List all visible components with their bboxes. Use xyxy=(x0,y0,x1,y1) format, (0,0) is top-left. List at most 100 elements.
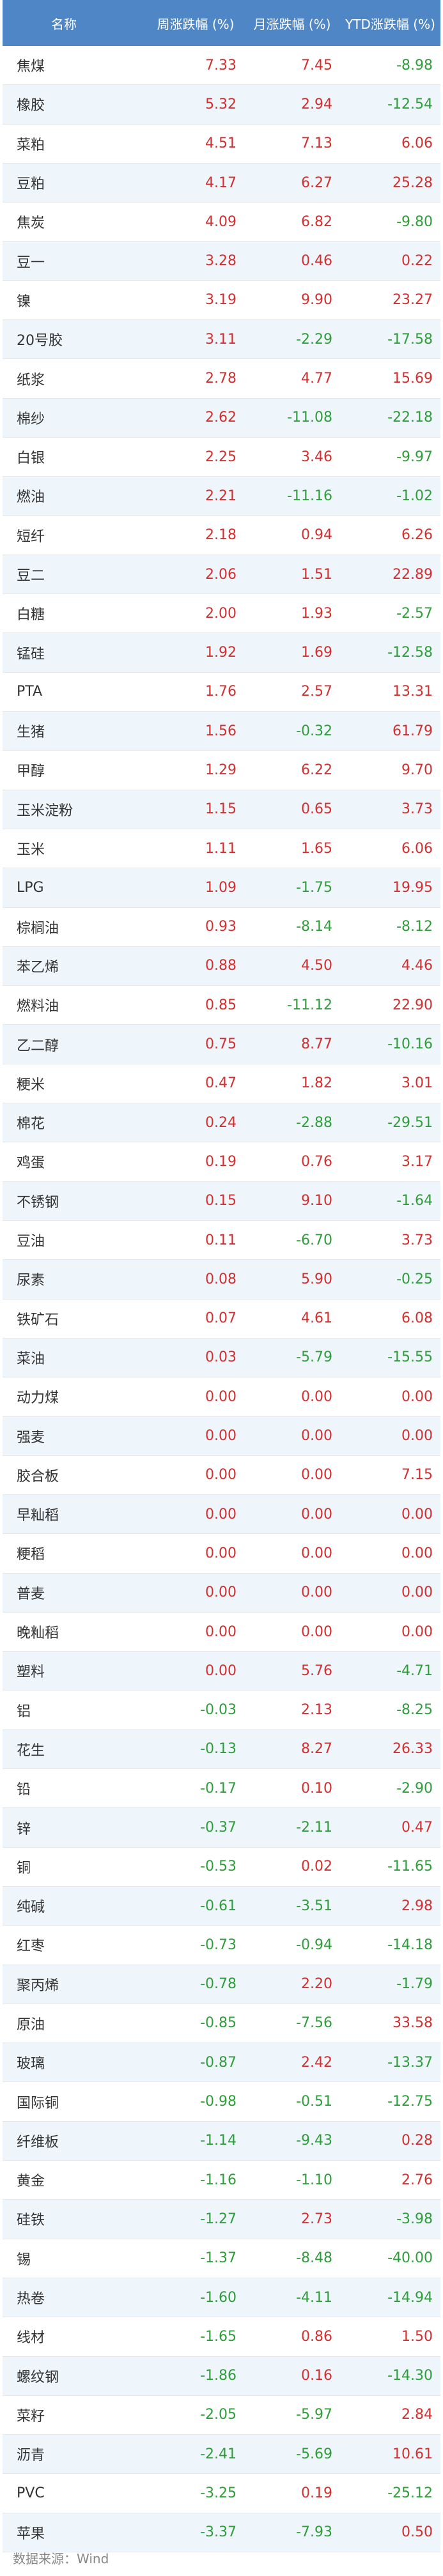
monthly-change: 5.90 xyxy=(301,1271,332,1287)
commodity-name: LPG xyxy=(17,879,44,896)
commodity-name: 豆粕 xyxy=(17,176,45,193)
table-row: 菜油 0.03 -5.79 -15.55 xyxy=(3,1338,440,1378)
data-source-note: 数据来源：Wind xyxy=(13,2551,109,2566)
table-row: LPG 1.09 -1.75 19.95 xyxy=(3,868,440,908)
table-row: 强麦 0.00 0.00 0.00 xyxy=(3,1416,440,1456)
monthly-change: -0.94 xyxy=(296,1936,332,1953)
weekly-change: -0.73 xyxy=(200,1936,237,1953)
monthly-change: -7.93 xyxy=(296,2524,332,2541)
weekly-change: 0.00 xyxy=(205,1662,237,1679)
weekly-change: -0.37 xyxy=(200,1820,237,1836)
monthly-change: 0.00 xyxy=(301,1467,332,1483)
monthly-change: 2.20 xyxy=(301,1976,332,1993)
ytd-change: 0.47 xyxy=(401,1820,433,1836)
monthly-change: 7.45 xyxy=(301,57,332,73)
weekly-change: -0.85 xyxy=(200,2015,237,2032)
ytd-change: 0.00 xyxy=(401,1545,433,1561)
table-row: 玉米淀粉 1.15 0.65 3.73 xyxy=(3,790,440,829)
ytd-change: 3.73 xyxy=(401,801,433,818)
table-row: 聚丙烯 -0.78 2.20 -1.79 xyxy=(3,1965,440,2004)
monthly-change: 1.69 xyxy=(301,645,332,661)
table-row: 国际铜 -0.98 -0.51 -12.75 xyxy=(3,2082,440,2122)
weekly-change: -0.03 xyxy=(200,1702,237,1719)
weekly-change: -3.37 xyxy=(200,2524,237,2541)
ytd-change: -2.57 xyxy=(396,605,433,622)
commodity-name: 铝 xyxy=(17,1703,31,1720)
monthly-change: 4.50 xyxy=(301,958,332,974)
table-row: 胶合板 0.00 0.00 7.15 xyxy=(3,1456,440,1495)
weekly-change: -0.98 xyxy=(200,2094,237,2110)
weekly-change: 0.08 xyxy=(205,1271,237,1287)
monthly-change: 0.16 xyxy=(301,2368,332,2384)
ytd-change: -15.55 xyxy=(387,1349,433,1366)
weekly-change: 0.85 xyxy=(205,997,237,1013)
monthly-change: -5.97 xyxy=(296,2407,332,2423)
weekly-change: 2.00 xyxy=(205,605,237,622)
monthly-change: 0.00 xyxy=(301,1428,332,1445)
monthly-change: 1.65 xyxy=(301,840,332,857)
ytd-change: 22.89 xyxy=(392,566,433,583)
commodity-name: 纯碱 xyxy=(17,1899,45,1916)
ytd-change: -17.58 xyxy=(387,331,433,348)
ytd-change: 9.70 xyxy=(401,762,433,778)
ytd-change: -14.30 xyxy=(387,2368,433,2384)
table-row: 锡 -1.37 -8.48 -40.00 xyxy=(3,2239,440,2278)
monthly-change: 2.57 xyxy=(301,684,332,700)
ytd-change: 6.26 xyxy=(401,527,433,544)
ytd-change: -14.94 xyxy=(387,2289,433,2306)
commodity-name: 20号胶 xyxy=(17,333,63,349)
commodity-name: 粳米 xyxy=(17,1077,45,1093)
weekly-change: 1.15 xyxy=(205,801,237,818)
table-row: 动力煤 0.00 0.00 0.00 xyxy=(3,1377,440,1417)
table-row: 短纤 2.18 0.94 6.26 xyxy=(3,516,440,555)
table-row: 苹果 -3.37 -7.93 0.50 xyxy=(3,2513,440,2552)
commodity-name: 早籼稻 xyxy=(17,1508,59,1524)
commodity-name: 玻璃 xyxy=(17,2056,45,2073)
monthly-change: -4.11 xyxy=(296,2289,332,2306)
table-row: 晚籼稻 0.00 0.00 0.00 xyxy=(3,1613,440,1652)
monthly-change: 0.00 xyxy=(301,1623,332,1640)
commodity-name: 燃油 xyxy=(17,489,45,506)
ytd-change: -12.54 xyxy=(387,96,433,112)
ytd-change: 10.61 xyxy=(392,2446,433,2462)
commodity-name: 苹果 xyxy=(17,2526,45,2542)
table-row: 原油 -0.85 -7.56 33.58 xyxy=(3,2004,440,2044)
commodity-name: 镍 xyxy=(17,293,31,310)
monthly-change: -1.75 xyxy=(296,879,332,896)
ytd-change: 15.69 xyxy=(392,371,433,387)
commodity-name: 锌 xyxy=(17,1821,31,1837)
monthly-change: 0.65 xyxy=(301,801,332,818)
commodity-name: 铁矿石 xyxy=(17,1312,59,1328)
weekly-change: 0.47 xyxy=(205,1075,237,1092)
commodity-name: 热卷 xyxy=(17,2291,45,2308)
table-row: 苯乙烯 0.88 4.50 4.46 xyxy=(3,946,440,986)
ytd-change: 0.00 xyxy=(401,1388,433,1405)
table-row: 镍 3.19 9.90 23.27 xyxy=(3,281,440,321)
table-row: 红枣 -0.73 -0.94 -14.18 xyxy=(3,1926,440,1965)
monthly-change: 4.61 xyxy=(301,1310,332,1327)
table-row: 燃油 2.21 -11.16 -1.02 xyxy=(3,477,440,516)
table-row: 生猪 1.56 -0.32 61.79 xyxy=(3,712,440,751)
commodity-name: 焦炭 xyxy=(17,215,45,232)
table-row: 白银 2.25 3.46 -9.97 xyxy=(3,438,440,477)
ytd-change: -13.37 xyxy=(387,2054,433,2071)
weekly-change: 0.75 xyxy=(205,1036,237,1053)
weekly-change: -1.60 xyxy=(200,2289,237,2306)
commodity-name: 豆二 xyxy=(17,568,45,584)
price-change-table: 名称 周涨跌幅 (%) 月涨跌幅 (%) YTD涨跌幅 (%) 焦煤 7.33 7.… xyxy=(3,0,440,2552)
ytd-change: 4.46 xyxy=(401,958,433,974)
commodity-name: 塑料 xyxy=(17,1664,45,1681)
monthly-change: -3.51 xyxy=(296,1897,332,1914)
commodity-name: 强麦 xyxy=(17,1429,45,1446)
commodity-name: 甲醇 xyxy=(17,763,45,780)
ytd-change: 3.01 xyxy=(401,1075,433,1092)
header-week: 周涨跌幅 (%) xyxy=(157,16,235,32)
commodity-name: 纸浆 xyxy=(17,372,45,388)
weekly-change: 0.19 xyxy=(205,1153,237,1170)
table-row: 黄金 -1.16 -1.10 2.76 xyxy=(3,2161,440,2200)
monthly-change: -8.48 xyxy=(296,2250,332,2267)
commodity-name: 普麦 xyxy=(17,1586,45,1602)
weekly-change: -1.27 xyxy=(200,2211,237,2227)
commodity-name: 晚籼稻 xyxy=(17,1625,59,1642)
commodity-name: 菜油 xyxy=(17,1351,45,1367)
